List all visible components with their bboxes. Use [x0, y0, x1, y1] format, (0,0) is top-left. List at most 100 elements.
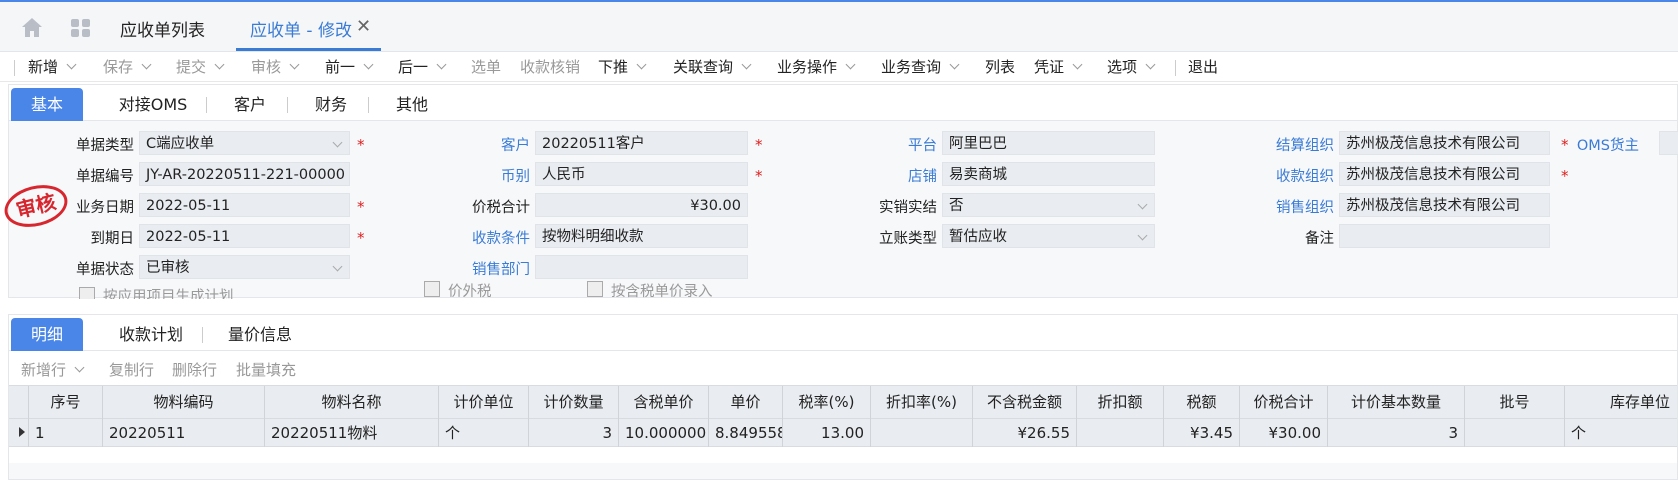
- store-label[interactable]: 店铺: [827, 165, 937, 186]
- col-material-code[interactable]: 物料编码: [103, 386, 265, 419]
- cell-amount-excl-tax[interactable]: ¥26.55: [973, 419, 1077, 447]
- col-total-incl-tax[interactable]: 价税合计: [1240, 386, 1328, 419]
- toolbar-push-down-button[interactable]: 下推: [598, 55, 647, 79]
- payment-terms-label[interactable]: 收款条件: [420, 227, 530, 248]
- bill-number-label: 单据编号: [76, 169, 134, 185]
- col-discount-rate[interactable]: 折扣率(%): [871, 386, 973, 419]
- cell-seq[interactable]: 1: [29, 419, 103, 447]
- col-batch-no[interactable]: 批号: [1465, 386, 1565, 419]
- col-discount-amount[interactable]: 折扣额: [1077, 386, 1164, 419]
- col-tax-amount[interactable]: 税额: [1164, 386, 1240, 419]
- col-pricing-qty[interactable]: 计价数量: [529, 386, 619, 419]
- toolbar-writeoff-button[interactable]: 收款核销: [520, 55, 580, 79]
- toolbar-voucher-button[interactable]: 凭证: [1034, 55, 1083, 79]
- customer-field[interactable]: 20220511客户: [535, 131, 748, 155]
- toolbar-previous-button[interactable]: 前一: [325, 55, 374, 79]
- cell-base-qty[interactable]: 3: [1328, 419, 1465, 447]
- toolbar-list-button[interactable]: 列表: [985, 55, 1015, 79]
- col-seq[interactable]: 序号: [29, 386, 103, 419]
- oms-owner-field[interactable]: [1659, 131, 1678, 155]
- page-tab-receivable-edit[interactable]: 应收单 - 修改: [250, 16, 352, 41]
- sales-department-label[interactable]: 销售部门: [420, 258, 530, 279]
- sales-department-field[interactable]: [535, 255, 748, 279]
- actual-settlement-select[interactable]: 否: [942, 193, 1155, 217]
- table-row[interactable]: 1 20220511 20220511物料 个 3 10.000000 8.84…: [9, 419, 1677, 447]
- customer-label[interactable]: 客户: [420, 134, 530, 155]
- settlement-org-label[interactable]: 结算组织: [1224, 134, 1334, 155]
- tab-quantity-price[interactable]: 量价信息: [210, 318, 310, 351]
- cell-unit-price[interactable]: 8.849558: [709, 419, 783, 447]
- col-material-name[interactable]: 物料名称: [265, 386, 439, 419]
- platform-label[interactable]: 平台: [827, 134, 937, 155]
- settlement-org-field[interactable]: 苏州极茂信息技术有限公司: [1339, 131, 1550, 155]
- toolbar-options-button[interactable]: 选项: [1107, 55, 1156, 79]
- cell-stock-unit[interactable]: 个: [1565, 419, 1678, 447]
- tax-exclusive-checkbox[interactable]: 价外税: [424, 279, 524, 299]
- copy-row-button[interactable]: 复制行: [109, 359, 154, 380]
- remark-field[interactable]: [1339, 224, 1550, 248]
- toolbar-new-button[interactable]: 新增: [28, 55, 77, 79]
- tab-customer[interactable]: 客户: [214, 88, 286, 121]
- platform-field[interactable]: 阿里巴巴: [942, 131, 1155, 155]
- tab-payment-plan[interactable]: 收款计划: [101, 318, 201, 351]
- toolbar-select-bill-button[interactable]: 选单: [471, 55, 501, 79]
- sales-org-field[interactable]: 苏州极茂信息技术有限公司: [1339, 193, 1550, 217]
- sales-org-label[interactable]: 销售组织: [1224, 196, 1334, 217]
- cell-material-name[interactable]: 20220511物料: [265, 419, 439, 447]
- add-row-button[interactable]: 新增行: [21, 359, 85, 380]
- col-amount-excl-tax[interactable]: 不含税金额: [973, 386, 1077, 419]
- col-stock-unit[interactable]: 库存单位: [1565, 386, 1678, 419]
- toolbar-next-button[interactable]: 后一: [398, 55, 447, 79]
- cell-material-code[interactable]: 20220511: [103, 419, 265, 447]
- active-tab-indicator: [236, 48, 381, 51]
- account-type-select[interactable]: 暂估应收: [942, 224, 1155, 248]
- cell-tax-rate[interactable]: 13.00: [783, 419, 871, 447]
- delete-row-button[interactable]: 删除行: [172, 359, 217, 380]
- collection-org-field[interactable]: 苏州极茂信息技术有限公司: [1339, 162, 1550, 186]
- page-tab-receivable-list[interactable]: 应收单列表: [120, 16, 205, 41]
- toolbar-business-operation-button[interactable]: 业务操作: [777, 55, 856, 79]
- cell-pricing-unit[interactable]: 个: [439, 419, 529, 447]
- cell-tax-amount[interactable]: ¥3.45: [1164, 419, 1240, 447]
- oms-owner-label[interactable]: OMS货主: [1539, 134, 1639, 155]
- close-tab-icon[interactable]: ✕: [356, 16, 371, 37]
- toolbar-submit-button[interactable]: 提交: [176, 55, 225, 79]
- cell-pricing-qty[interactable]: 3: [529, 419, 619, 447]
- cell-discount-amount[interactable]: [1077, 419, 1164, 447]
- business-date-field[interactable]: 2022-05-11: [139, 193, 350, 217]
- apps-grid-icon[interactable]: [70, 18, 92, 38]
- tax-inclusive-price-checkbox[interactable]: 按含税单价录入: [587, 279, 747, 299]
- cell-batch-no[interactable]: [1465, 419, 1565, 447]
- currency-label[interactable]: 币别: [420, 165, 530, 186]
- toolbar-exit-button[interactable]: 退出: [1188, 55, 1218, 79]
- tab-basic[interactable]: 基本: [11, 88, 83, 121]
- total-amount-field[interactable]: ¥30.00: [535, 193, 748, 217]
- payment-terms-field[interactable]: 按物料明细收款: [535, 224, 748, 248]
- tab-detail[interactable]: 明细: [11, 318, 83, 351]
- col-tax-rate[interactable]: 税率(%): [783, 386, 871, 419]
- tab-other[interactable]: 其他: [376, 88, 448, 121]
- bill-type-select[interactable]: C端应收单: [139, 131, 350, 155]
- collection-org-label[interactable]: 收款组织: [1224, 165, 1334, 186]
- generate-plan-checkbox[interactable]: 按应用项目生成计划: [79, 283, 279, 299]
- toolbar-audit-button[interactable]: 审核: [251, 55, 300, 79]
- bill-number-field[interactable]: JY-AR-20220511-221-00000: [139, 162, 350, 186]
- tab-oms[interactable]: 对接OMS: [101, 88, 205, 121]
- toolbar-business-query-button[interactable]: 业务查询: [881, 55, 960, 79]
- col-pricing-unit[interactable]: 计价单位: [439, 386, 529, 419]
- batch-fill-button[interactable]: 批量填充: [236, 359, 296, 380]
- toolbar-save-button[interactable]: 保存: [103, 55, 152, 79]
- tab-finance[interactable]: 财务: [295, 88, 367, 121]
- cell-tax-incl-price[interactable]: 10.000000: [619, 419, 709, 447]
- home-icon[interactable]: [20, 16, 44, 38]
- cell-total-incl-tax[interactable]: ¥30.00: [1240, 419, 1328, 447]
- bill-status-select[interactable]: 已审核: [139, 255, 350, 279]
- toolbar-related-query-button[interactable]: 关联查询: [673, 55, 752, 79]
- due-date-field[interactable]: 2022-05-11: [139, 224, 350, 248]
- store-field[interactable]: 易卖商城: [942, 162, 1155, 186]
- col-unit-price[interactable]: 单价: [709, 386, 783, 419]
- col-base-qty[interactable]: 计价基本数量: [1328, 386, 1465, 419]
- col-tax-incl-price[interactable]: 含税单价: [619, 386, 709, 419]
- currency-field[interactable]: 人民币: [535, 162, 748, 186]
- cell-discount-rate[interactable]: [871, 419, 973, 447]
